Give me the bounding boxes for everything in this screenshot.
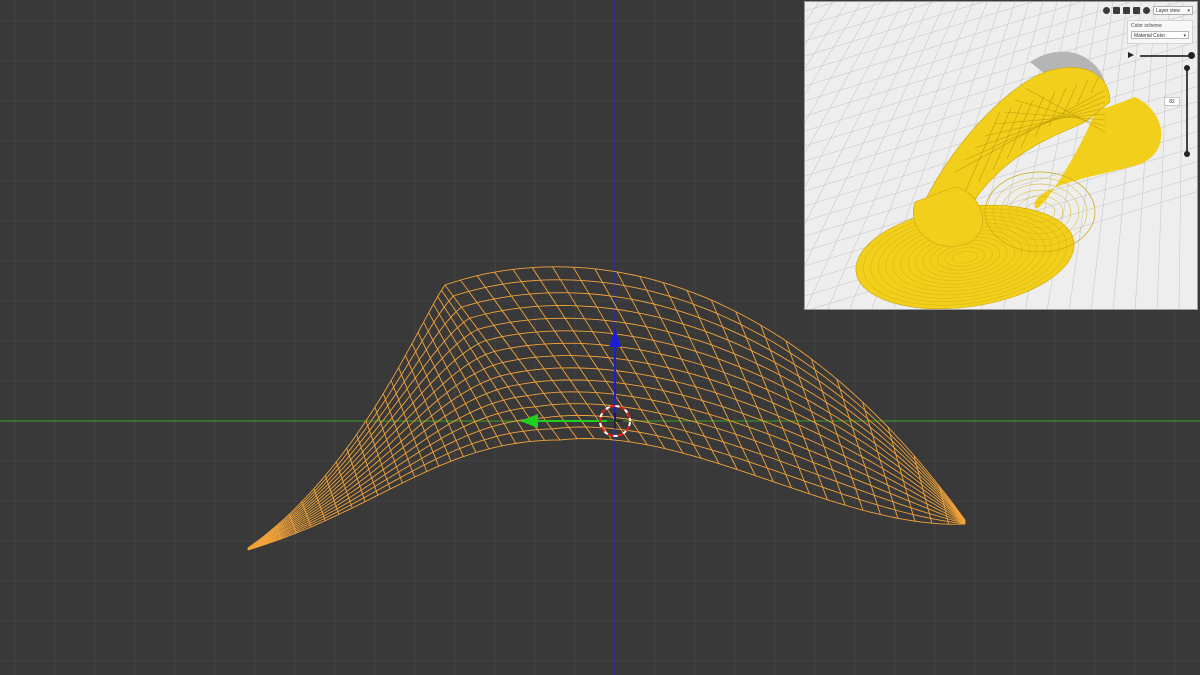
chevron-down-icon: ▾	[1187, 7, 1190, 14]
slicer-preview-inset: Layer view ▾ Color scheme Material Color…	[804, 1, 1198, 310]
color-scheme-select[interactable]: Material Color ▾	[1131, 31, 1189, 39]
color-scheme-label: Color scheme	[1131, 23, 1162, 29]
layer-view-scene[interactable]	[805, 2, 1198, 310]
color-scheme-value: Material Color	[1134, 33, 1166, 39]
printed-part-preview	[855, 51, 1162, 309]
color-scheme-panel: Color scheme Material Color ▾	[1127, 20, 1193, 44]
inset-toolbar: Layer view ▾	[1103, 5, 1193, 15]
layer-slider-top-handle[interactable]	[1184, 65, 1190, 71]
play-icon[interactable]	[1128, 52, 1134, 58]
path-slider-handle[interactable]	[1188, 52, 1195, 59]
view-mode-value: Layer view	[1156, 7, 1180, 14]
layer-number-box[interactable]: 82	[1164, 97, 1180, 106]
cube-icon[interactable]	[1113, 6, 1120, 14]
view-mode-select[interactable]: Layer view ▾	[1153, 5, 1193, 15]
render-icon[interactable]	[1103, 6, 1110, 14]
x-arrow-icon[interactable]	[520, 414, 538, 428]
xray-icon[interactable]	[1133, 6, 1140, 14]
layer-slider-bottom-handle[interactable]	[1184, 151, 1190, 157]
path-slider-track[interactable]	[1140, 55, 1190, 57]
chevron-down-icon: ▾	[1183, 33, 1186, 39]
layer-slider-track[interactable]	[1186, 68, 1188, 154]
layers-icon[interactable]	[1123, 6, 1130, 14]
settings-icon[interactable]	[1143, 6, 1150, 14]
